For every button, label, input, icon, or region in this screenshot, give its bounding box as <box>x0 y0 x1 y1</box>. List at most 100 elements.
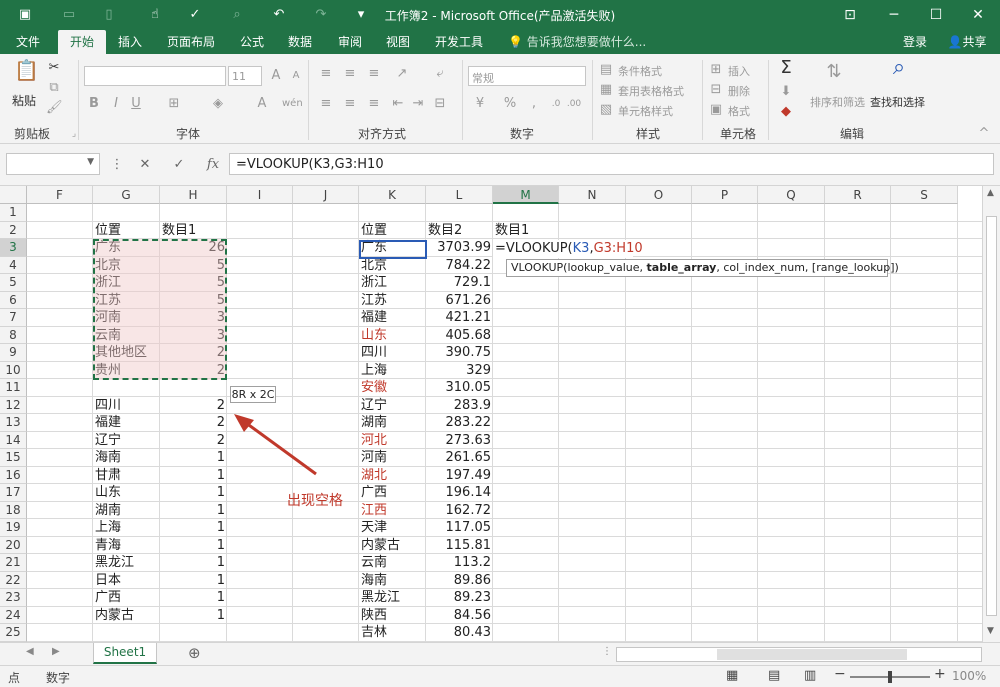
table1-location-cell[interactable]: 日本 <box>93 572 160 590</box>
table-format-button[interactable]: 套用表格格式 <box>618 83 684 99</box>
table2-count-cell[interactable]: 89.86 <box>426 572 493 590</box>
table2-count-cell[interactable]: 273.63 <box>426 432 493 450</box>
row-header-1[interactable]: 1 <box>0 204 27 222</box>
table2-location-cell[interactable]: 江西 <box>359 502 426 520</box>
table1-location-cell[interactable]: 山东 <box>93 484 160 502</box>
table1-count-cell[interactable]: 1 <box>160 519 227 537</box>
tab-formulas[interactable]: 公式 <box>232 30 272 54</box>
clear-icon[interactable]: ◆ <box>778 104 794 120</box>
collapse-ribbon-icon[interactable]: ^ <box>976 126 992 142</box>
table2-count-cell[interactable]: 162.72 <box>426 502 493 520</box>
table2-location-cell[interactable]: 辽宁 <box>359 397 426 415</box>
sheet-tab-sheet1[interactable]: Sheet1 <box>93 643 157 664</box>
table2-location-cell[interactable]: 天津 <box>359 519 426 537</box>
tab-developer[interactable]: 开发工具 <box>428 30 490 54</box>
column-header-k[interactable]: K <box>359 186 426 204</box>
editing-cell[interactable]: =VLOOKUP(K3,G3:H10 <box>493 240 643 258</box>
column-header-l[interactable]: L <box>426 186 493 204</box>
decrease-indent-icon[interactable]: ⇤ <box>390 96 406 112</box>
table1-count-cell[interactable]: 1 <box>160 449 227 467</box>
scroll-down-icon[interactable]: ▼ <box>987 626 994 636</box>
header-location-2[interactable]: 位置 <box>359 222 426 240</box>
table1-count-cell[interactable]: 2 <box>160 414 227 432</box>
table2-location-cell[interactable]: 山东 <box>359 327 426 345</box>
tab-review[interactable]: 审阅 <box>330 30 370 54</box>
border-icon[interactable]: ⊞ <box>166 96 182 112</box>
ribbon-display-icon[interactable]: ⊡ <box>828 0 872 30</box>
add-sheet-icon[interactable]: ⊕ <box>188 644 201 662</box>
column-header-i[interactable]: I <box>227 186 293 204</box>
page-layout-view-icon[interactable]: ▤ <box>768 668 780 683</box>
table2-count-cell[interactable]: 115.81 <box>426 537 493 555</box>
row-header-2[interactable]: 2 <box>0 221 27 239</box>
table2-location-cell[interactable]: 内蒙古 <box>359 537 426 555</box>
row-header-14[interactable]: 14 <box>0 431 27 449</box>
table2-location-cell[interactable]: 吉林 <box>359 624 426 642</box>
table2-count-cell[interactable]: 283.22 <box>426 414 493 432</box>
column-header-g[interactable]: G <box>93 186 160 204</box>
table1-count-cell[interactable]: 1 <box>160 607 227 625</box>
table2-count-cell[interactable]: 729.1 <box>426 274 493 292</box>
table1-location-cell[interactable]: 海南 <box>93 449 160 467</box>
table2-count-cell[interactable]: 3703.99 <box>426 239 493 257</box>
row-header-13[interactable]: 13 <box>0 414 27 432</box>
underline-icon[interactable]: U <box>128 96 144 112</box>
column-header-n[interactable]: N <box>559 186 626 204</box>
table2-location-cell[interactable]: 河南 <box>359 449 426 467</box>
normal-view-icon[interactable]: ▦ <box>726 668 738 683</box>
page-break-view-icon[interactable]: ▥ <box>804 668 816 683</box>
row-header-17[interactable]: 17 <box>0 484 27 502</box>
table1-location-cell[interactable]: 上海 <box>93 519 160 537</box>
table2-location-cell[interactable]: 北京 <box>359 257 426 275</box>
tab-page-layout[interactable]: 页面布局 <box>160 30 222 54</box>
orientation-icon[interactable]: ↗ <box>394 66 410 82</box>
table2-location-cell[interactable]: 上海 <box>359 362 426 380</box>
font-color-icon[interactable]: A <box>254 96 270 112</box>
table2-count-cell[interactable]: 329 <box>426 362 493 380</box>
header-count-1[interactable]: 数目1 <box>160 222 227 240</box>
formula-input[interactable]: =VLOOKUP(K3,G3:H10 <box>229 153 994 175</box>
header-count-1-lookup[interactable]: 数目1 <box>493 222 559 240</box>
bold-icon[interactable]: B <box>86 96 102 112</box>
select-all-corner[interactable] <box>0 186 27 204</box>
column-header-h[interactable]: H <box>160 186 227 204</box>
table1-count-cell[interactable]: 1 <box>160 554 227 572</box>
column-header-m[interactable]: M <box>493 186 559 204</box>
align-center-icon[interactable]: ≡ <box>342 96 358 112</box>
table1-location-cell[interactable]: 福建 <box>93 414 160 432</box>
insert-button[interactable]: 插入 <box>728 63 750 79</box>
table1-location-cell[interactable]: 内蒙古 <box>93 607 160 625</box>
horizontal-scroll-thumb[interactable] <box>717 649 907 660</box>
table2-location-cell[interactable]: 四川 <box>359 344 426 362</box>
scroll-up-icon[interactable]: ▲ <box>987 188 994 198</box>
align-middle-icon[interactable]: ≡ <box>342 66 358 82</box>
zoom-in-icon[interactable]: + <box>934 666 946 682</box>
table1-count-cell[interactable]: 1 <box>160 467 227 485</box>
align-top-icon[interactable]: ≡ <box>318 66 334 82</box>
row-header-12[interactable]: 12 <box>0 396 27 414</box>
share-button[interactable]: 👤共享 <box>938 30 996 54</box>
row-header-3[interactable]: 3 <box>0 239 27 257</box>
row-header-19[interactable]: 19 <box>0 519 27 537</box>
function-tooltip[interactable]: VLOOKUP(lookup_value, table_array, col_i… <box>506 259 899 277</box>
phonetic-icon[interactable]: wén <box>282 96 303 112</box>
table1-location-cell[interactable]: 湖南 <box>93 502 160 520</box>
format-button[interactable]: 格式 <box>728 103 750 119</box>
vertical-scrollbar[interactable]: ▲ ▼ <box>982 186 1000 642</box>
row-header-8[interactable]: 8 <box>0 326 27 344</box>
table1-location-cell[interactable]: 青海 <box>93 537 160 555</box>
table2-count-cell[interactable]: 405.68 <box>426 327 493 345</box>
row-header-25[interactable]: 25 <box>0 624 27 642</box>
table2-count-cell[interactable]: 261.65 <box>426 449 493 467</box>
accounting-icon[interactable]: ¥ <box>472 96 488 112</box>
delete-button[interactable]: 删除 <box>728 83 750 99</box>
table1-count-cell[interactable]: 1 <box>160 572 227 590</box>
table2-location-cell[interactable]: 湖南 <box>359 414 426 432</box>
cancel-icon[interactable]: ✕ <box>136 157 154 172</box>
row-header-18[interactable]: 18 <box>0 501 27 519</box>
align-left-icon[interactable]: ≡ <box>318 96 334 112</box>
grow-font-icon[interactable]: A <box>268 68 284 84</box>
cell-style-button[interactable]: 单元格样式 <box>618 103 673 119</box>
table2-location-cell[interactable]: 海南 <box>359 572 426 590</box>
name-box[interactable]: ▼ <box>6 153 100 175</box>
